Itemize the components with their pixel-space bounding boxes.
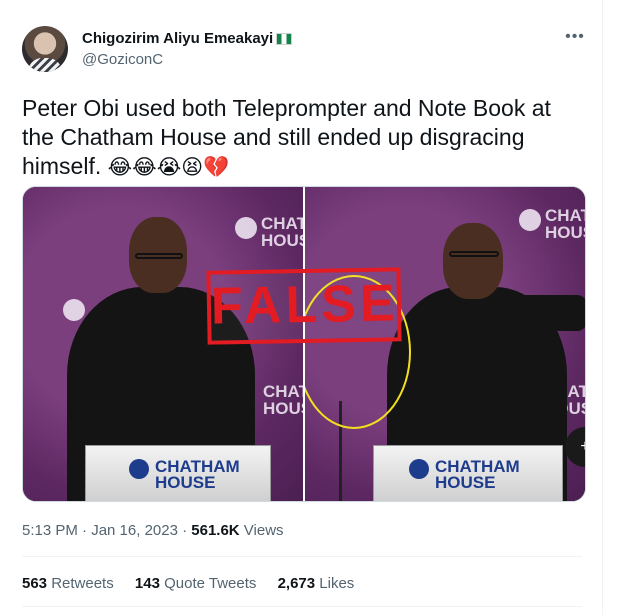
glasses-icon bbox=[449, 251, 499, 257]
retweets-count: 563 bbox=[22, 575, 48, 592]
tweet-timestamp[interactable]: 5:13 PM · Jan 16, 2023 · 561.6K Views bbox=[22, 522, 284, 539]
backdrop-logo-text: CHAT HOUS bbox=[263, 382, 303, 418]
avatar[interactable] bbox=[22, 26, 68, 72]
divider bbox=[22, 606, 582, 607]
nigeria-flag-icon bbox=[276, 33, 293, 45]
tweet-time: 5:13 PM · Jan 16, 2023 · bbox=[22, 522, 192, 539]
tweet-media[interactable]: CHAT HOUS CHAT HOUS CHATHAM HOUSE CHAT H… bbox=[22, 186, 586, 502]
author-handle[interactable]: @GoziconC bbox=[82, 51, 163, 68]
lectern-logo-line2: HOUSE bbox=[435, 473, 496, 492]
tweet-emojis: 😂😂😭😫💔 bbox=[107, 155, 230, 179]
tweet-text: Peter Obi used both Teleprompter and Not… bbox=[22, 94, 582, 182]
tweet-card: Chigozirim Aliyu Emeakayi @GoziconC ••• … bbox=[0, 0, 603, 615]
views-count: 561.6K bbox=[191, 522, 240, 539]
chatham-globe-icon bbox=[129, 459, 149, 479]
retweets-stat[interactable]: 563 Retweets bbox=[22, 575, 114, 592]
false-stamp: FALSE bbox=[206, 267, 402, 345]
quote-tweets-label: Quote Tweets bbox=[159, 575, 257, 592]
views-label: Views bbox=[239, 522, 284, 539]
lectern-logo-line2: HOUSE bbox=[155, 473, 216, 492]
tweet-stats: 563 Retweets 143 Quote Tweets 2,673 Like… bbox=[22, 575, 371, 592]
backdrop-logo-text: CHAT HOUS bbox=[261, 214, 303, 250]
speaker-head bbox=[443, 223, 503, 299]
chatham-globe-icon bbox=[235, 217, 257, 239]
backdrop-logo-text: CHAT HOUS bbox=[545, 206, 585, 242]
media-image-right[interactable]: CHAT HOUS CHAT HOUS CHATHAM HOUSE bbox=[305, 187, 585, 501]
media-image-left[interactable]: CHAT HOUS CHAT HOUS CHATHAM HOUSE bbox=[23, 187, 303, 501]
quote-tweets-stat[interactable]: 143 Quote Tweets bbox=[135, 575, 256, 592]
chatham-globe-icon bbox=[519, 209, 541, 231]
glasses-icon bbox=[135, 253, 183, 259]
author-name[interactable]: Chigozirim Aliyu Emeakayi bbox=[82, 30, 293, 47]
likes-count: 2,673 bbox=[277, 575, 316, 592]
tweet-body: Peter Obi used both Teleprompter and Not… bbox=[22, 95, 551, 179]
chatham-globe-icon bbox=[63, 299, 85, 321]
retweets-label: Retweets bbox=[47, 575, 114, 592]
more-options-icon[interactable]: ••• bbox=[560, 28, 590, 48]
likes-label: Likes bbox=[315, 575, 355, 592]
speaker-arm bbox=[505, 295, 585, 331]
chatham-globe-icon bbox=[409, 459, 429, 479]
likes-stat[interactable]: 2,673 Likes bbox=[278, 575, 355, 592]
author-name-text: Chigozirim Aliyu Emeakayi bbox=[82, 30, 274, 47]
divider bbox=[22, 556, 582, 557]
quote-tweets-count: 143 bbox=[134, 575, 160, 592]
